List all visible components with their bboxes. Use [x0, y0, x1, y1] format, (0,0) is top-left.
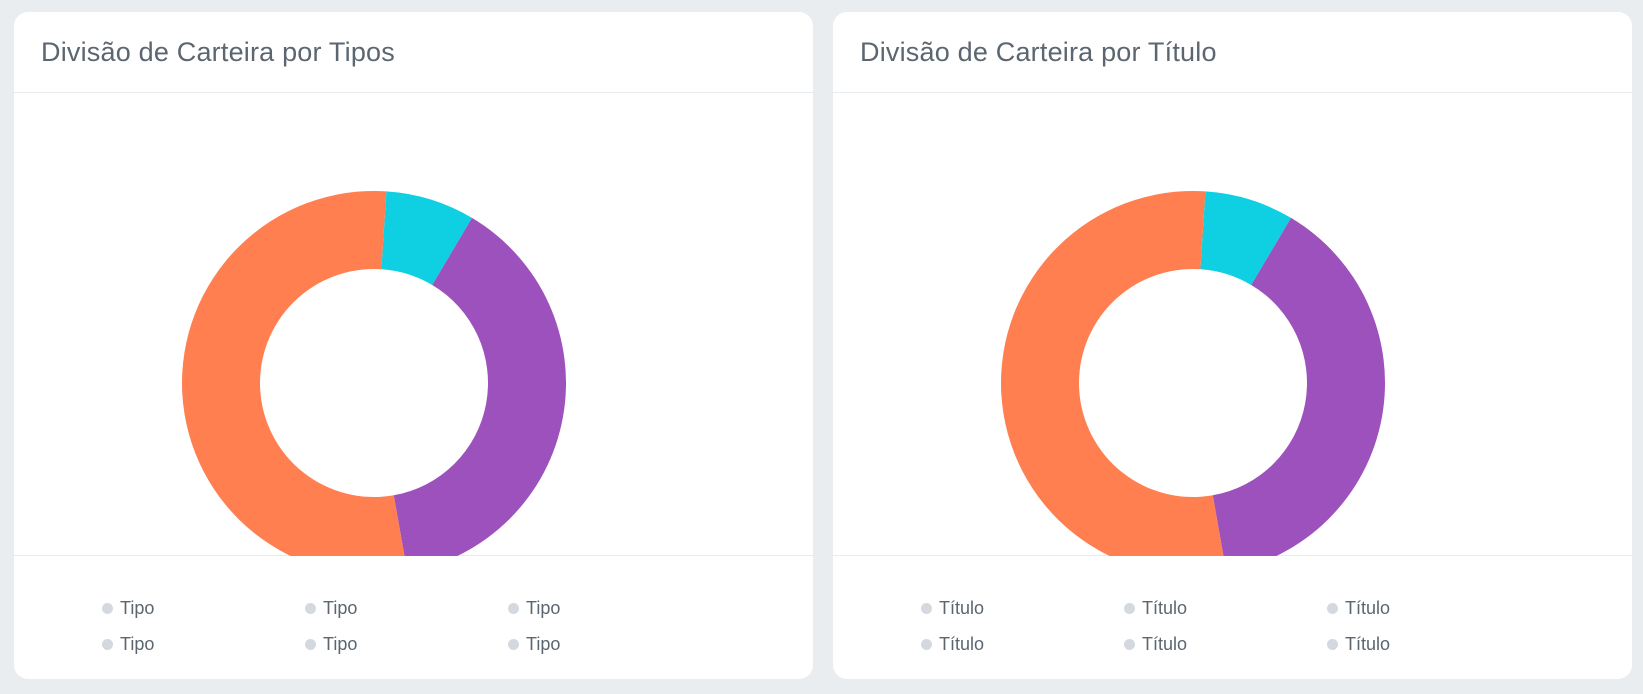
dashboard: Divisão de Carteira por Tipos Tipo Tipo … — [0, 0, 1643, 694]
donut-chart-area — [14, 93, 813, 556]
card-title: Divisão de Carteira por Tipos — [41, 36, 395, 67]
legend-dot-icon — [305, 602, 316, 614]
legend-label: Tipo — [120, 633, 155, 654]
legend-item[interactable]: Título — [1124, 590, 1327, 626]
legend-item[interactable]: Tipo — [102, 590, 305, 626]
donut-slice[interactable] — [1001, 191, 1226, 556]
legend-dot-icon — [1327, 638, 1338, 650]
chart-legend: Título Título Título Título Título Títul… — [833, 556, 1632, 676]
legend-dot-icon — [305, 638, 316, 650]
legend-label: Tipo — [120, 597, 155, 618]
legend-dot-icon — [1124, 602, 1135, 614]
legend-dot-icon — [508, 602, 519, 614]
legend-label: Título — [1345, 597, 1391, 618]
legend-item[interactable]: Tipo — [305, 626, 508, 662]
legend-item[interactable]: Título — [921, 590, 1124, 626]
legend-label: Tipo — [323, 597, 358, 618]
legend-label: Título — [939, 597, 985, 618]
portfolio-by-type-card: Divisão de Carteira por Tipos Tipo Tipo … — [14, 12, 813, 679]
legend-dot-icon — [921, 602, 932, 614]
portfolio-by-title-card: Divisão de Carteira por Título Título Tí… — [833, 12, 1632, 679]
legend-item[interactable]: Título — [1327, 590, 1530, 626]
legend-item[interactable]: Tipo — [508, 626, 711, 662]
legend-item[interactable]: Tipo — [508, 590, 711, 626]
legend-item[interactable]: Título — [921, 626, 1124, 662]
legend-label: Título — [939, 633, 985, 654]
legend-label: Tipo — [323, 633, 358, 654]
legend-label: Título — [1142, 633, 1188, 654]
legend-item[interactable]: Título — [1327, 626, 1530, 662]
legend-dot-icon — [1124, 638, 1135, 650]
card-title: Divisão de Carteira por Título — [860, 36, 1217, 67]
legend-item[interactable]: Título — [1124, 626, 1327, 662]
legend-dot-icon — [508, 638, 519, 650]
legend-item[interactable]: Tipo — [305, 590, 508, 626]
donut-slice[interactable] — [182, 191, 407, 556]
card-header: Divisão de Carteira por Tipos — [14, 12, 813, 93]
legend-dot-icon — [921, 638, 932, 650]
card-header: Divisão de Carteira por Título — [833, 12, 1632, 93]
donut-chart — [1001, 191, 1385, 556]
chart-legend: Tipo Tipo Tipo Tipo Tipo Tipo — [14, 556, 813, 676]
legend-label: Título — [1142, 597, 1188, 618]
legend-dot-icon — [102, 602, 113, 614]
legend-dot-icon — [102, 638, 113, 650]
legend-label: Título — [1345, 633, 1391, 654]
legend-label: Tipo — [526, 597, 561, 618]
legend-dot-icon — [1327, 602, 1338, 614]
donut-chart-area — [833, 93, 1632, 556]
donut-chart — [182, 191, 566, 556]
legend-label: Tipo — [526, 633, 561, 654]
legend-item[interactable]: Tipo — [102, 626, 305, 662]
